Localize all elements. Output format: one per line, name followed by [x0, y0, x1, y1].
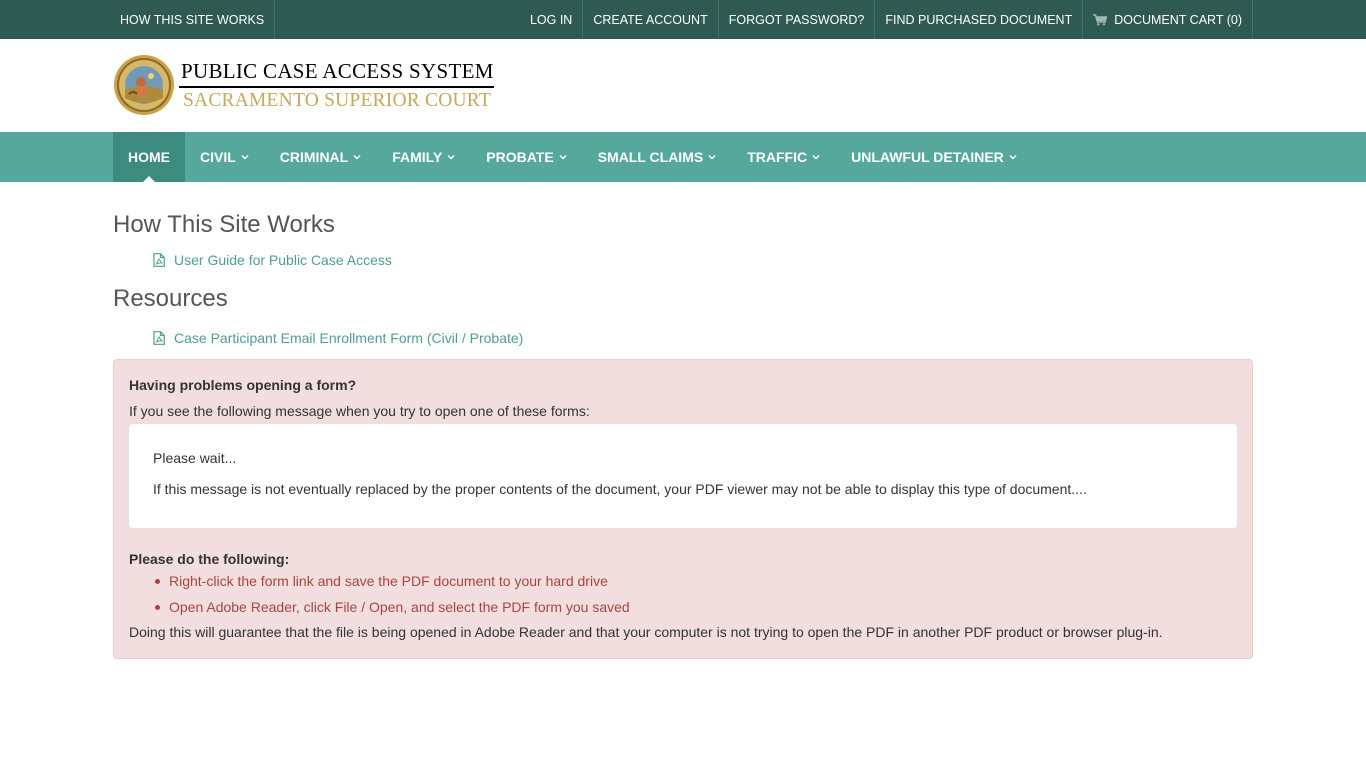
alert-closing: Doing this will guarantee that the file … — [129, 624, 1163, 640]
alert-question: Having problems opening a form? — [129, 377, 357, 393]
chevron-down-icon — [708, 155, 716, 160]
nav-civil[interactable]: CIVIL — [185, 132, 265, 182]
chevron-down-icon — [447, 155, 455, 160]
chevron-down-icon — [353, 155, 361, 160]
chevron-down-icon — [1009, 155, 1017, 160]
pdf-help-alert: Having problems opening a form? If you s… — [113, 359, 1253, 659]
nav-family[interactable]: FAMILY — [377, 132, 471, 182]
nav-family-label: FAMILY — [392, 149, 443, 165]
nav-criminal[interactable]: CRIMINAL — [265, 132, 377, 182]
top-bar: HOW THIS SITE WORKS LOG IN CREATE ACCOUN… — [0, 0, 1366, 39]
enrollment-form-link[interactable]: Case Participant Email Enrollment Form (… — [174, 330, 523, 346]
site-header: PUBLIC CASE ACCESS SYSTEM SACRAMENTO SUP… — [0, 39, 1366, 132]
nav-traffic-label: TRAFFIC — [747, 149, 808, 165]
top-bar-left: HOW THIS SITE WORKS — [113, 0, 276, 39]
chevron-down-icon — [559, 155, 567, 160]
nav-small-claims-label: SMALL CLAIMS — [597, 149, 704, 165]
court-seal-icon[interactable] — [113, 54, 175, 116]
site-title: PUBLIC CASE ACCESS SYSTEM — [179, 58, 494, 88]
how-this-site-works-link[interactable]: HOW THIS SITE WORKS — [113, 0, 276, 39]
alert-intro: If you see the following message when yo… — [129, 403, 590, 419]
log-in-link[interactable]: LOG IN — [520, 0, 584, 39]
site-subtitle: SACRAMENTO SUPERIOR COURT — [183, 90, 491, 111]
list-item: Right-click the form link and save the P… — [155, 572, 1237, 590]
shopping-cart-icon — [1093, 13, 1108, 25]
resources-heading: Resources — [113, 285, 228, 312]
nav-civil-label: CIVIL — [200, 149, 236, 165]
enrollment-form-item: Case Participant Email Enrollment Form (… — [153, 330, 1253, 346]
document-cart-label: DOCUMENT CART (0) — [1114, 12, 1242, 27]
example-message-line-2: If this message is not eventually replac… — [153, 481, 1087, 497]
user-guide-link[interactable]: User Guide for Public Case Access — [174, 252, 392, 268]
nav-criminal-label: CRIMINAL — [279, 149, 349, 165]
list-item: Open Adobe Reader, click File / Open, an… — [155, 598, 1237, 616]
user-guide-item: User Guide for Public Case Access — [153, 252, 1253, 268]
alert-do-title: Please do the following: — [129, 551, 290, 567]
document-cart-link[interactable]: DOCUMENT CART (0) — [1083, 0, 1253, 39]
pdf-file-icon — [153, 331, 165, 345]
nav-probate-label: PROBATE — [486, 149, 554, 165]
nav-unlawful-detainer[interactable]: UNLAWFUL DETAINER — [836, 132, 1033, 182]
chevron-down-icon — [241, 155, 249, 160]
nav-traffic[interactable]: TRAFFIC — [732, 132, 836, 182]
how-this-site-works-heading: How This Site Works — [113, 211, 335, 238]
top-bar-right: LOG IN CREATE ACCOUNT FORGOT PASSWORD? F… — [520, 0, 1253, 39]
forgot-password-link[interactable]: FORGOT PASSWORD? — [719, 0, 876, 39]
nav-home[interactable]: HOME — [113, 132, 185, 182]
alert-steps-list: Right-click the form link and save the P… — [155, 572, 1237, 616]
main-nav: HOME CIVIL CRIMINAL FAMILY PROBATE SMALL… — [0, 132, 1366, 182]
nav-home-label: HOME — [128, 149, 170, 165]
nav-unlawful-detainer-label: UNLAWFUL DETAINER — [851, 149, 1004, 165]
example-message-line-1: Please wait... — [153, 450, 237, 466]
nav-probate[interactable]: PROBATE — [471, 132, 582, 182]
chevron-down-icon — [812, 155, 820, 160]
nav-small-claims[interactable]: SMALL CLAIMS — [583, 132, 733, 182]
brand[interactable]: PUBLIC CASE ACCESS SYSTEM SACRAMENTO SUP… — [179, 58, 494, 113]
find-purchased-document-link[interactable]: FIND PURCHASED DOCUMENT — [875, 0, 1084, 39]
create-account-link[interactable]: CREATE ACCOUNT — [583, 0, 719, 39]
pdf-file-icon — [153, 253, 165, 267]
main-content: How This Site Works User Guide for Publi… — [0, 182, 1366, 659]
example-message-box: Please wait... If this message is not ev… — [129, 424, 1237, 528]
